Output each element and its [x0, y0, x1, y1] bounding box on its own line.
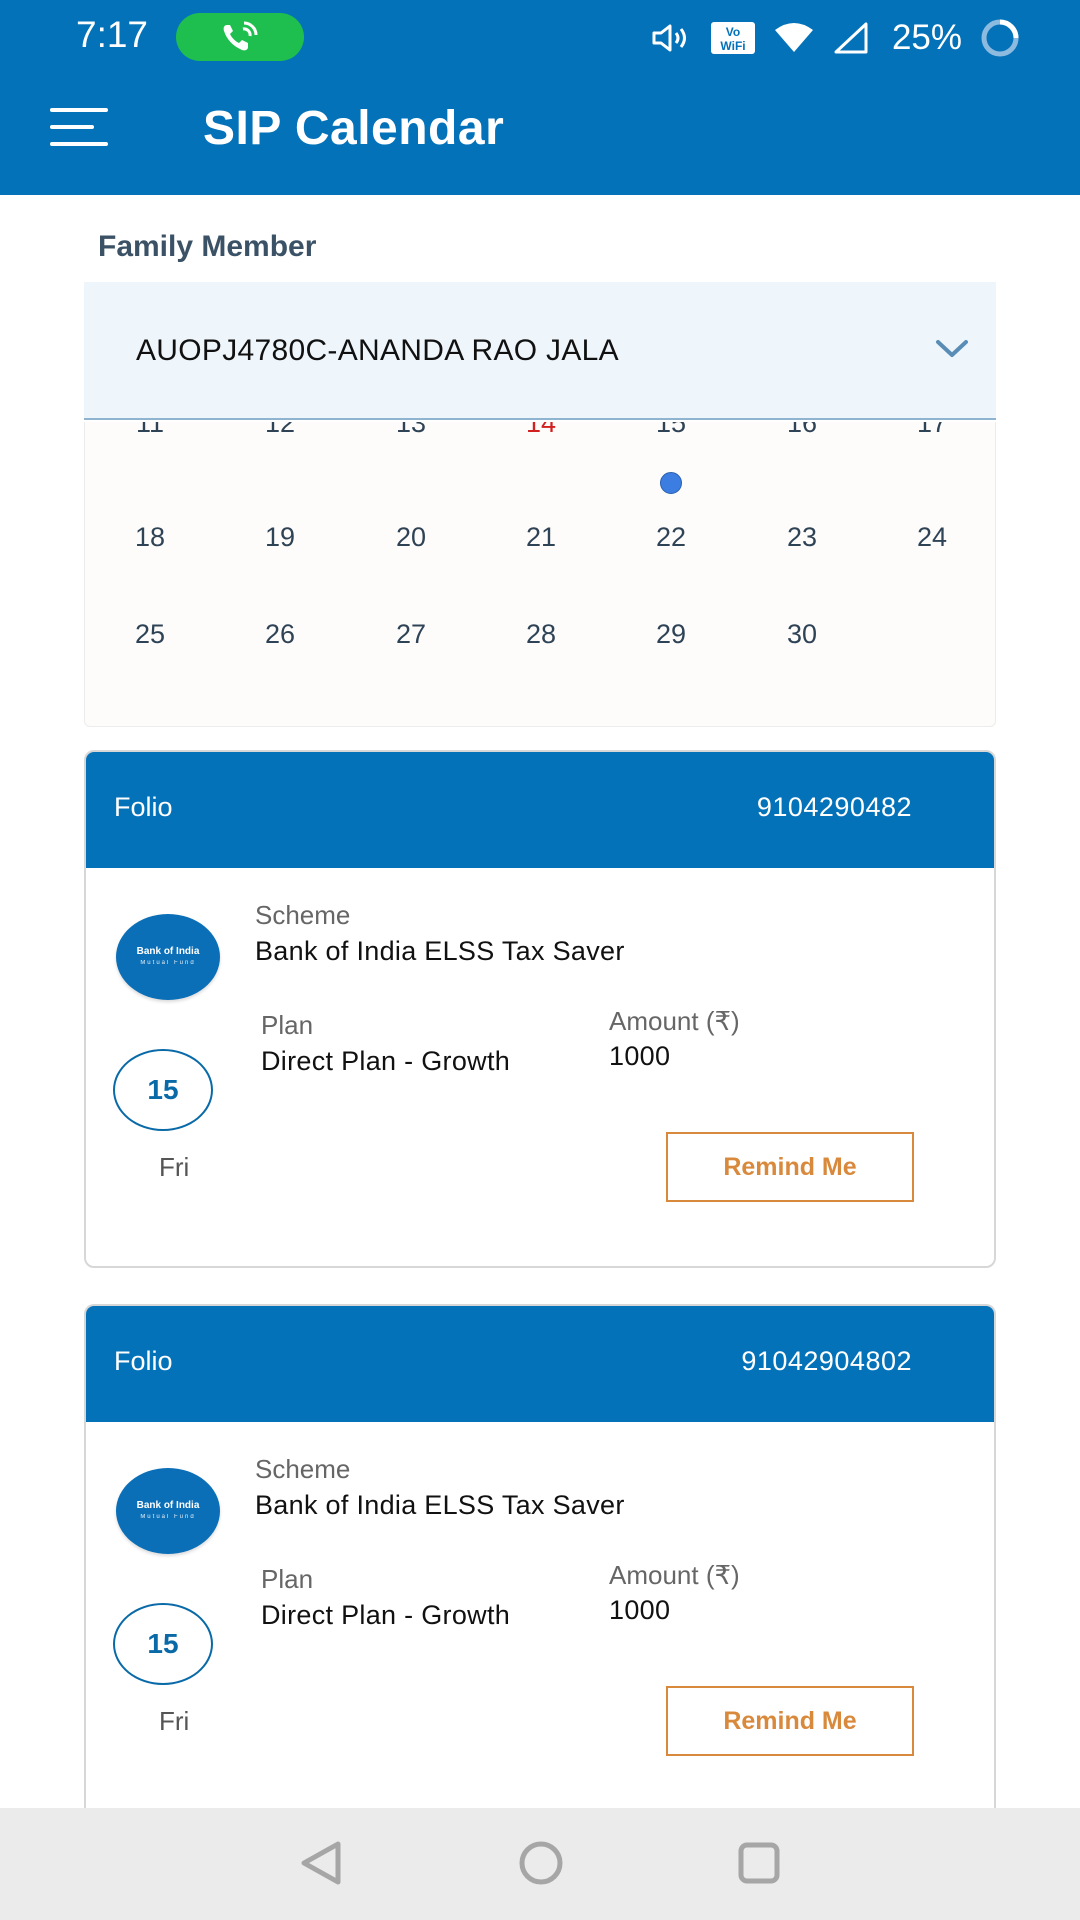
battery-percent: 25%	[891, 18, 962, 57]
calendar-day[interactable]: 14	[476, 422, 606, 439]
plan-name: Direct Plan - Growth	[261, 1600, 511, 1630]
calendar-day[interactable]: 16	[737, 422, 867, 439]
amount-label: Amount (₹)	[609, 1560, 740, 1590]
svg-text:WiFi: WiFi	[720, 39, 745, 53]
plan-label: Plan	[261, 1564, 314, 1594]
battery-ring-icon	[981, 19, 1019, 57]
status-bar: 7:17 Vo WiFi 25%	[0, 0, 1080, 75]
calendar-day[interactable]: 29	[606, 619, 736, 650]
amount-label: Amount (₹)	[609, 1006, 740, 1036]
sip-card: Folio 91042904802 Bank of India Mutual F…	[84, 1304, 996, 1824]
remind-me-button[interactable]: Remind Me	[666, 1686, 914, 1756]
scheme-name: Bank of India ELSS Tax Saver	[255, 936, 625, 966]
volume-icon	[652, 24, 686, 52]
family-member-dropdown[interactable]: AUOPJ4780C-ANANDA RAO JALA	[84, 282, 996, 420]
folio-number: 91042904802	[741, 1346, 912, 1376]
card-header: Folio 9104290482	[86, 752, 994, 868]
logo-text: Bank of India	[136, 1500, 200, 1511]
recents-icon[interactable]	[736, 1838, 782, 1888]
scheme-label: Scheme	[255, 900, 351, 930]
calendar-week-partial: 11 12 13 14 15 16 17	[85, 422, 995, 448]
card-header: Folio 91042904802	[86, 1306, 994, 1422]
calendar-day[interactable]: 25	[85, 619, 215, 650]
calendar-day[interactable]: 11	[85, 422, 215, 439]
wifi-icon	[774, 23, 813, 52]
remind-me-button[interactable]: Remind Me	[666, 1132, 914, 1202]
logo-text: Bank of India	[136, 946, 200, 957]
amount-value: 1000	[609, 1041, 671, 1071]
ongoing-call-chip[interactable]	[176, 13, 304, 61]
bank-of-india-logo: Bank of India Mutual Fund	[116, 1468, 220, 1554]
calendar-day[interactable]: 26	[215, 619, 345, 650]
scheme-label: Scheme	[255, 1454, 351, 1484]
sip-date-badge: 15	[113, 1049, 213, 1131]
bank-of-india-logo: Bank of India Mutual Fund	[116, 914, 220, 1000]
calendar-day[interactable]: 23	[737, 522, 867, 553]
chevron-down-icon	[936, 340, 968, 357]
calendar-day[interactable]: 19	[215, 522, 345, 553]
home-icon[interactable]	[518, 1838, 564, 1888]
back-icon[interactable]	[298, 1838, 344, 1888]
calendar-day[interactable]: 20	[346, 522, 476, 553]
hamburger-menu-icon[interactable]	[50, 104, 108, 150]
folio-label: Folio	[114, 792, 173, 822]
calendar-day[interactable]: 17	[867, 422, 995, 439]
sip-calendar: 11 12 13 14 15 16 17 18 19 20 21 22 23 24 25 26 27 28 29…	[84, 422, 996, 727]
logo-subtext: Mutual Fund	[140, 960, 196, 966]
scheme-name: Bank of India ELSS Tax Saver	[255, 1490, 625, 1520]
amount-value: 1000	[609, 1595, 671, 1625]
calendar-day[interactable]: 15	[606, 422, 736, 439]
family-member-selected: AUOPJ4780C-ANANDA RAO JALA	[136, 334, 619, 367]
calendar-day[interactable]: 24	[867, 522, 995, 553]
sip-date-badge: 15	[113, 1603, 213, 1685]
logo-subtext: Mutual Fund	[140, 1514, 196, 1520]
call-icon	[223, 21, 258, 51]
plan-name: Direct Plan - Growth	[261, 1046, 511, 1076]
vowifi-icon: Vo WiFi	[710, 22, 755, 54]
sip-card: Folio 9104290482 Bank of India Mutual Fu…	[84, 750, 996, 1268]
status-icons: Vo WiFi 25%	[650, 18, 1020, 58]
calendar-week: 25 26 27 28 29 30	[85, 619, 995, 659]
svg-text:Vo: Vo	[726, 25, 740, 39]
status-time: 7:17	[76, 14, 149, 55]
calendar-day[interactable]: 13	[346, 422, 476, 439]
calendar-day[interactable]: 27	[346, 619, 476, 650]
calendar-week: 18 19 20 21 22 23 24	[85, 522, 995, 562]
sip-day: Fri	[159, 1152, 190, 1182]
sip-due-marker	[660, 472, 682, 494]
family-member-label: Family Member	[98, 230, 317, 263]
app-bar: 7:17 Vo WiFi 25% SIP Calendar	[0, 0, 1080, 195]
calendar-day[interactable]: 28	[476, 619, 606, 650]
calendar-day[interactable]: 21	[476, 522, 606, 553]
sip-day: Fri	[159, 1706, 190, 1736]
calendar-day[interactable]: 12	[215, 422, 345, 439]
folio-label: Folio	[114, 1346, 173, 1376]
page-title: SIP Calendar	[203, 102, 505, 155]
plan-label: Plan	[261, 1010, 314, 1040]
calendar-day[interactable]: 30	[737, 619, 867, 650]
signal-icon	[834, 22, 868, 54]
calendar-day[interactable]: 22	[606, 522, 736, 553]
system-navigation-bar	[0, 1808, 1080, 1920]
calendar-day[interactable]: 18	[85, 522, 215, 553]
folio-number: 9104290482	[756, 792, 912, 822]
